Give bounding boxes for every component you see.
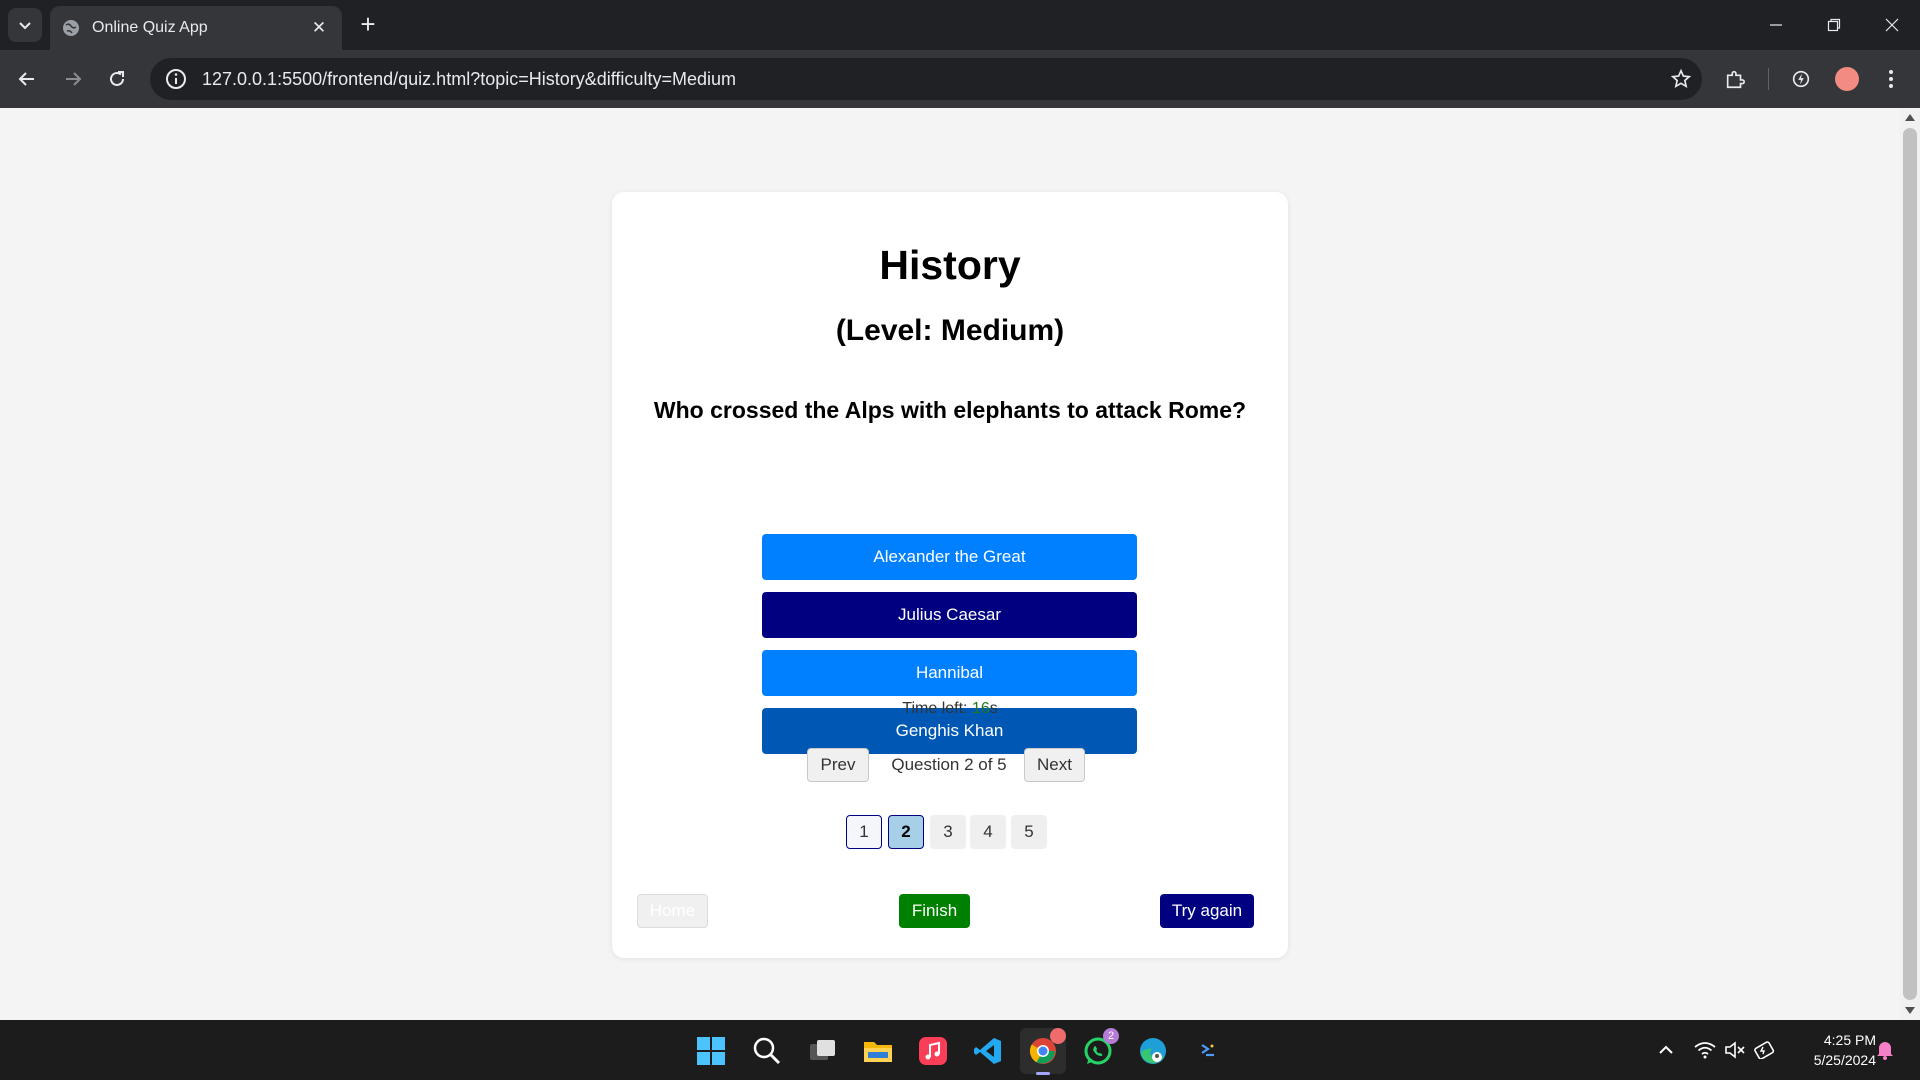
bookmark-star-icon[interactable] — [1664, 62, 1698, 96]
profile-button[interactable] — [1830, 62, 1864, 96]
menu-button[interactable] — [1874, 62, 1908, 96]
clock-time: 4:25 PM — [1823, 1032, 1876, 1048]
question-number-2[interactable]: 2 — [888, 815, 924, 849]
scroll-down-icon[interactable] — [1905, 1007, 1915, 1014]
question-text: Who crossed the Alps with elephants to a… — [653, 397, 1247, 423]
quiz-topic-title: History — [879, 242, 1021, 288]
avatar — [1835, 67, 1859, 91]
battery-icon[interactable] — [1752, 1038, 1778, 1062]
clock-date: 5/25/2024 — [1813, 1052, 1876, 1068]
globe-icon — [63, 20, 79, 36]
search-icon[interactable] — [744, 1028, 790, 1074]
task-view-icon[interactable] — [800, 1028, 846, 1074]
tab-search-button[interactable] — [8, 8, 42, 42]
toolbar-divider — [1768, 68, 1769, 90]
try-again-button[interactable]: Try again — [1160, 894, 1254, 928]
scrollbar-thumb[interactable] — [1903, 128, 1917, 1000]
active-app-indicator — [1036, 1072, 1050, 1075]
music-app-icon[interactable] — [910, 1028, 956, 1074]
timer-label: Time left: — [902, 700, 972, 717]
option-button-2[interactable]: Julius Caesar — [762, 592, 1137, 638]
notification-bell-icon[interactable] — [1874, 1038, 1896, 1062]
chevron-down-icon — [19, 22, 31, 30]
question-number-1[interactable]: 1 — [846, 815, 882, 849]
restore-icon — [1827, 18, 1841, 32]
chrome-icon[interactable] — [1020, 1028, 1066, 1075]
close-window-button[interactable] — [1864, 0, 1920, 50]
close-icon — [1885, 18, 1899, 32]
address-bar[interactable]: 127.0.0.1:5500/frontend/quiz.html?topic=… — [150, 58, 1702, 100]
browser-toolbar: 127.0.0.1:5500/frontend/quiz.html?topic=… — [0, 50, 1920, 108]
timer: Time left: 16s — [612, 700, 1288, 718]
question-number-5[interactable]: 5 — [1011, 815, 1047, 849]
puzzle-icon — [1726, 70, 1745, 89]
next-button[interactable]: Next — [1024, 748, 1085, 782]
notification-dot — [1050, 1028, 1066, 1044]
page-scrollbar[interactable] — [1900, 108, 1920, 1020]
edge-icon[interactable] — [1130, 1028, 1176, 1074]
performance-button[interactable] — [1784, 62, 1818, 96]
system-clock[interactable]: 4:25 PM 5/25/2024 — [1776, 1030, 1876, 1070]
question-number-4[interactable]: 4 — [970, 815, 1006, 849]
option-button-1[interactable]: Alexander the Great — [762, 534, 1137, 580]
wifi-icon[interactable] — [1692, 1038, 1718, 1062]
windows-start-icon[interactable] — [688, 1028, 734, 1074]
reload-icon — [110, 71, 124, 86]
home-button[interactable]: Home — [637, 894, 708, 928]
reload-button[interactable] — [100, 62, 134, 96]
whatsapp-badge: 2 — [1103, 1028, 1119, 1044]
terminal-icon[interactable] — [1185, 1028, 1231, 1074]
tab-close-icon[interactable]: ✕ — [308, 17, 330, 39]
question-counter: Question 2 of 5 — [891, 755, 1007, 774]
more-vert-icon — [1889, 70, 1893, 88]
volume-muted-icon[interactable] — [1722, 1038, 1748, 1062]
timer-unit: s — [989, 700, 998, 717]
prev-button[interactable]: Prev — [807, 748, 869, 782]
tab-title: Online Quiz App — [92, 19, 208, 36]
speedometer-icon — [1792, 70, 1810, 88]
page-viewport: History (Level: Medium) Who crossed the … — [0, 108, 1900, 1020]
windows-taskbar: 2 4:25 PM 5/25/2024 — [0, 1020, 1920, 1080]
quiz-card: History (Level: Medium) Who crossed the … — [612, 192, 1288, 958]
extensions-button[interactable] — [1718, 62, 1752, 96]
url-text[interactable]: 127.0.0.1:5500/frontend/quiz.html?topic=… — [202, 69, 1664, 90]
timer-seconds: 16 — [971, 700, 990, 717]
question-number-3[interactable]: 3 — [930, 815, 966, 849]
new-tab-button[interactable]: + — [354, 11, 382, 39]
scroll-up-icon[interactable] — [1905, 114, 1915, 121]
finish-button[interactable]: Finish — [899, 894, 970, 928]
chevron-up-icon[interactable] — [1654, 1038, 1678, 1062]
arrow-left-icon — [18, 72, 34, 86]
quiz-level: (Level: Medium) — [835, 314, 1065, 347]
browser-tab-bar: Online Quiz App ✕ + — [0, 0, 1920, 50]
whatsapp-icon[interactable]: 2 — [1075, 1028, 1121, 1074]
info-icon — [166, 69, 186, 89]
forward-button[interactable] — [56, 62, 90, 96]
restore-button[interactable] — [1806, 0, 1862, 50]
vscode-icon[interactable] — [965, 1028, 1011, 1074]
file-explorer-icon[interactable] — [855, 1028, 901, 1074]
back-button[interactable] — [10, 62, 44, 96]
minimize-icon — [1770, 24, 1782, 26]
option-button-3[interactable]: Hannibal — [762, 650, 1137, 696]
browser-tab[interactable]: Online Quiz App ✕ — [50, 6, 342, 50]
arrow-right-icon — [66, 72, 82, 86]
minimize-button[interactable] — [1748, 0, 1804, 50]
